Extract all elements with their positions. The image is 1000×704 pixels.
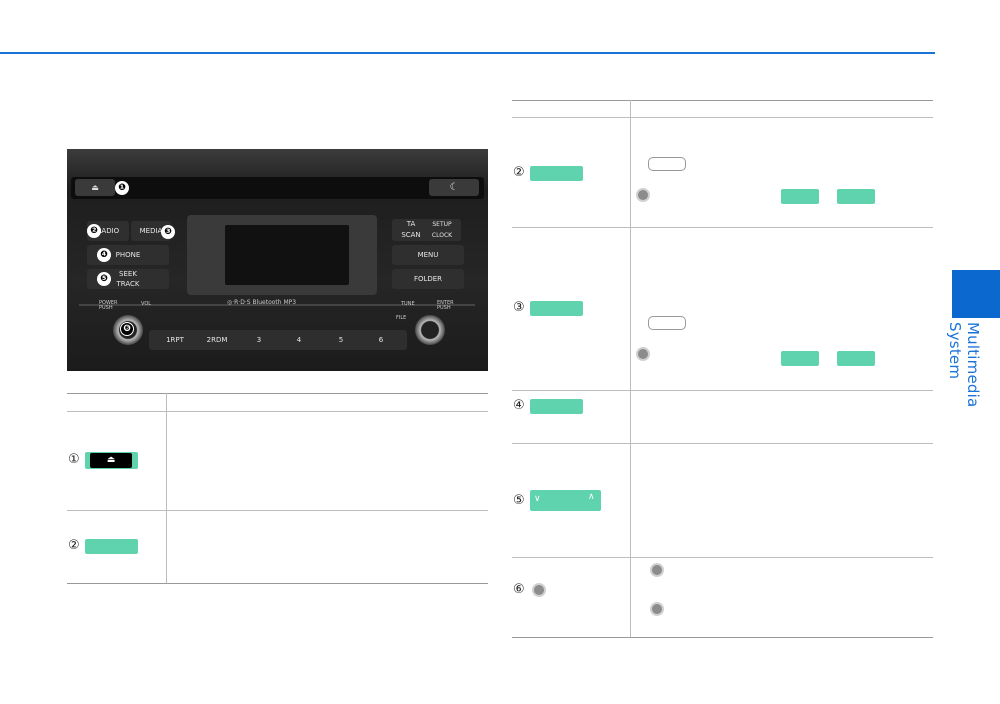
left-table-top-rule	[67, 393, 488, 394]
display-screen	[225, 225, 349, 285]
header-rule	[0, 52, 935, 54]
right-table-bottom-rule	[512, 637, 933, 638]
right-table-row-rule-2	[512, 390, 933, 391]
seek-down-pill	[781, 189, 819, 204]
right-row-5-number: ⑤	[513, 493, 525, 508]
phone-key-pill	[530, 399, 583, 414]
right-table-header-rule	[512, 117, 933, 118]
radio-key-pill-right	[530, 166, 583, 181]
cd-slot	[71, 177, 484, 199]
left-table-row-rule	[67, 510, 488, 511]
preset-6: 6	[378, 336, 384, 344]
vol-label: VOL	[141, 301, 152, 307]
right-row-4-number: ④	[513, 398, 525, 413]
preset-1: 1RPT	[166, 336, 184, 344]
chevron-down-icon: ∨	[534, 494, 541, 504]
callout-5: ❺	[97, 272, 111, 286]
right-table-row-rule-4	[512, 557, 933, 558]
seek-up-pill	[837, 351, 875, 366]
head-unit-photo: ⏏ ❶ ☾ RADIO ❷ MEDIA ❸ PHONE ❹ SEEK TRACK…	[67, 149, 488, 371]
callout-6: ❻	[120, 322, 134, 336]
left-table-header-rule	[67, 411, 488, 412]
right-row-2-number: ②	[513, 165, 525, 180]
file-label: FILE	[396, 315, 407, 321]
power-knob-icon	[532, 583, 546, 597]
menu-button: MENU	[392, 245, 464, 265]
media-key-outline	[648, 316, 686, 330]
tune-knob	[415, 315, 445, 345]
callout-3: ❸	[161, 225, 175, 239]
left-row-2-number: ②	[68, 538, 80, 553]
chapter-label: Multimedia System	[946, 322, 982, 408]
radio-key-pill	[85, 539, 138, 554]
preset-2: 2RDM	[206, 336, 228, 344]
eject-button: ⏏	[75, 179, 115, 196]
tune-label: TUNE	[401, 301, 415, 307]
moon-icon: ☾	[429, 179, 479, 196]
callout-4: ❹	[97, 248, 111, 262]
left-table-divider	[166, 393, 167, 583]
left-row-1-number: ①	[68, 452, 80, 467]
right-table-row-rule-3	[512, 443, 933, 444]
right-row-6-number: ⑥	[513, 582, 525, 597]
folder-button: FOLDER	[392, 269, 464, 289]
callout-2: ❷	[87, 224, 101, 238]
media-key-pill	[530, 301, 583, 316]
chapter-tab	[952, 270, 1000, 318]
eject-icon: ⏏	[90, 453, 132, 468]
knob-icon	[636, 188, 650, 202]
chevron-up-icon: ∧	[588, 492, 595, 502]
right-row-3-number: ③	[513, 300, 525, 315]
preset-3: 3	[256, 336, 262, 344]
right-table-row-rule-1	[512, 227, 933, 228]
logo-strip: ◎·R·D·S Bluetooth MP3	[227, 299, 297, 306]
radio-key-outline	[648, 157, 686, 171]
preset-5: 5	[338, 336, 344, 344]
enter-label: ENTER PUSH	[437, 300, 454, 311]
seek-up-pill	[837, 189, 875, 204]
knob-icon	[636, 347, 650, 361]
power-label: POWER PUSH	[99, 300, 118, 311]
seek-down-pill	[781, 351, 819, 366]
callout-1: ❶	[115, 181, 129, 195]
right-table-top-rule	[512, 100, 933, 101]
setup-clock-button: SETUP CLOCK	[423, 219, 461, 241]
knob-icon	[650, 563, 664, 577]
preset-4: 4	[296, 336, 302, 344]
knob-icon	[650, 602, 664, 616]
left-table-bottom-rule	[67, 583, 488, 584]
